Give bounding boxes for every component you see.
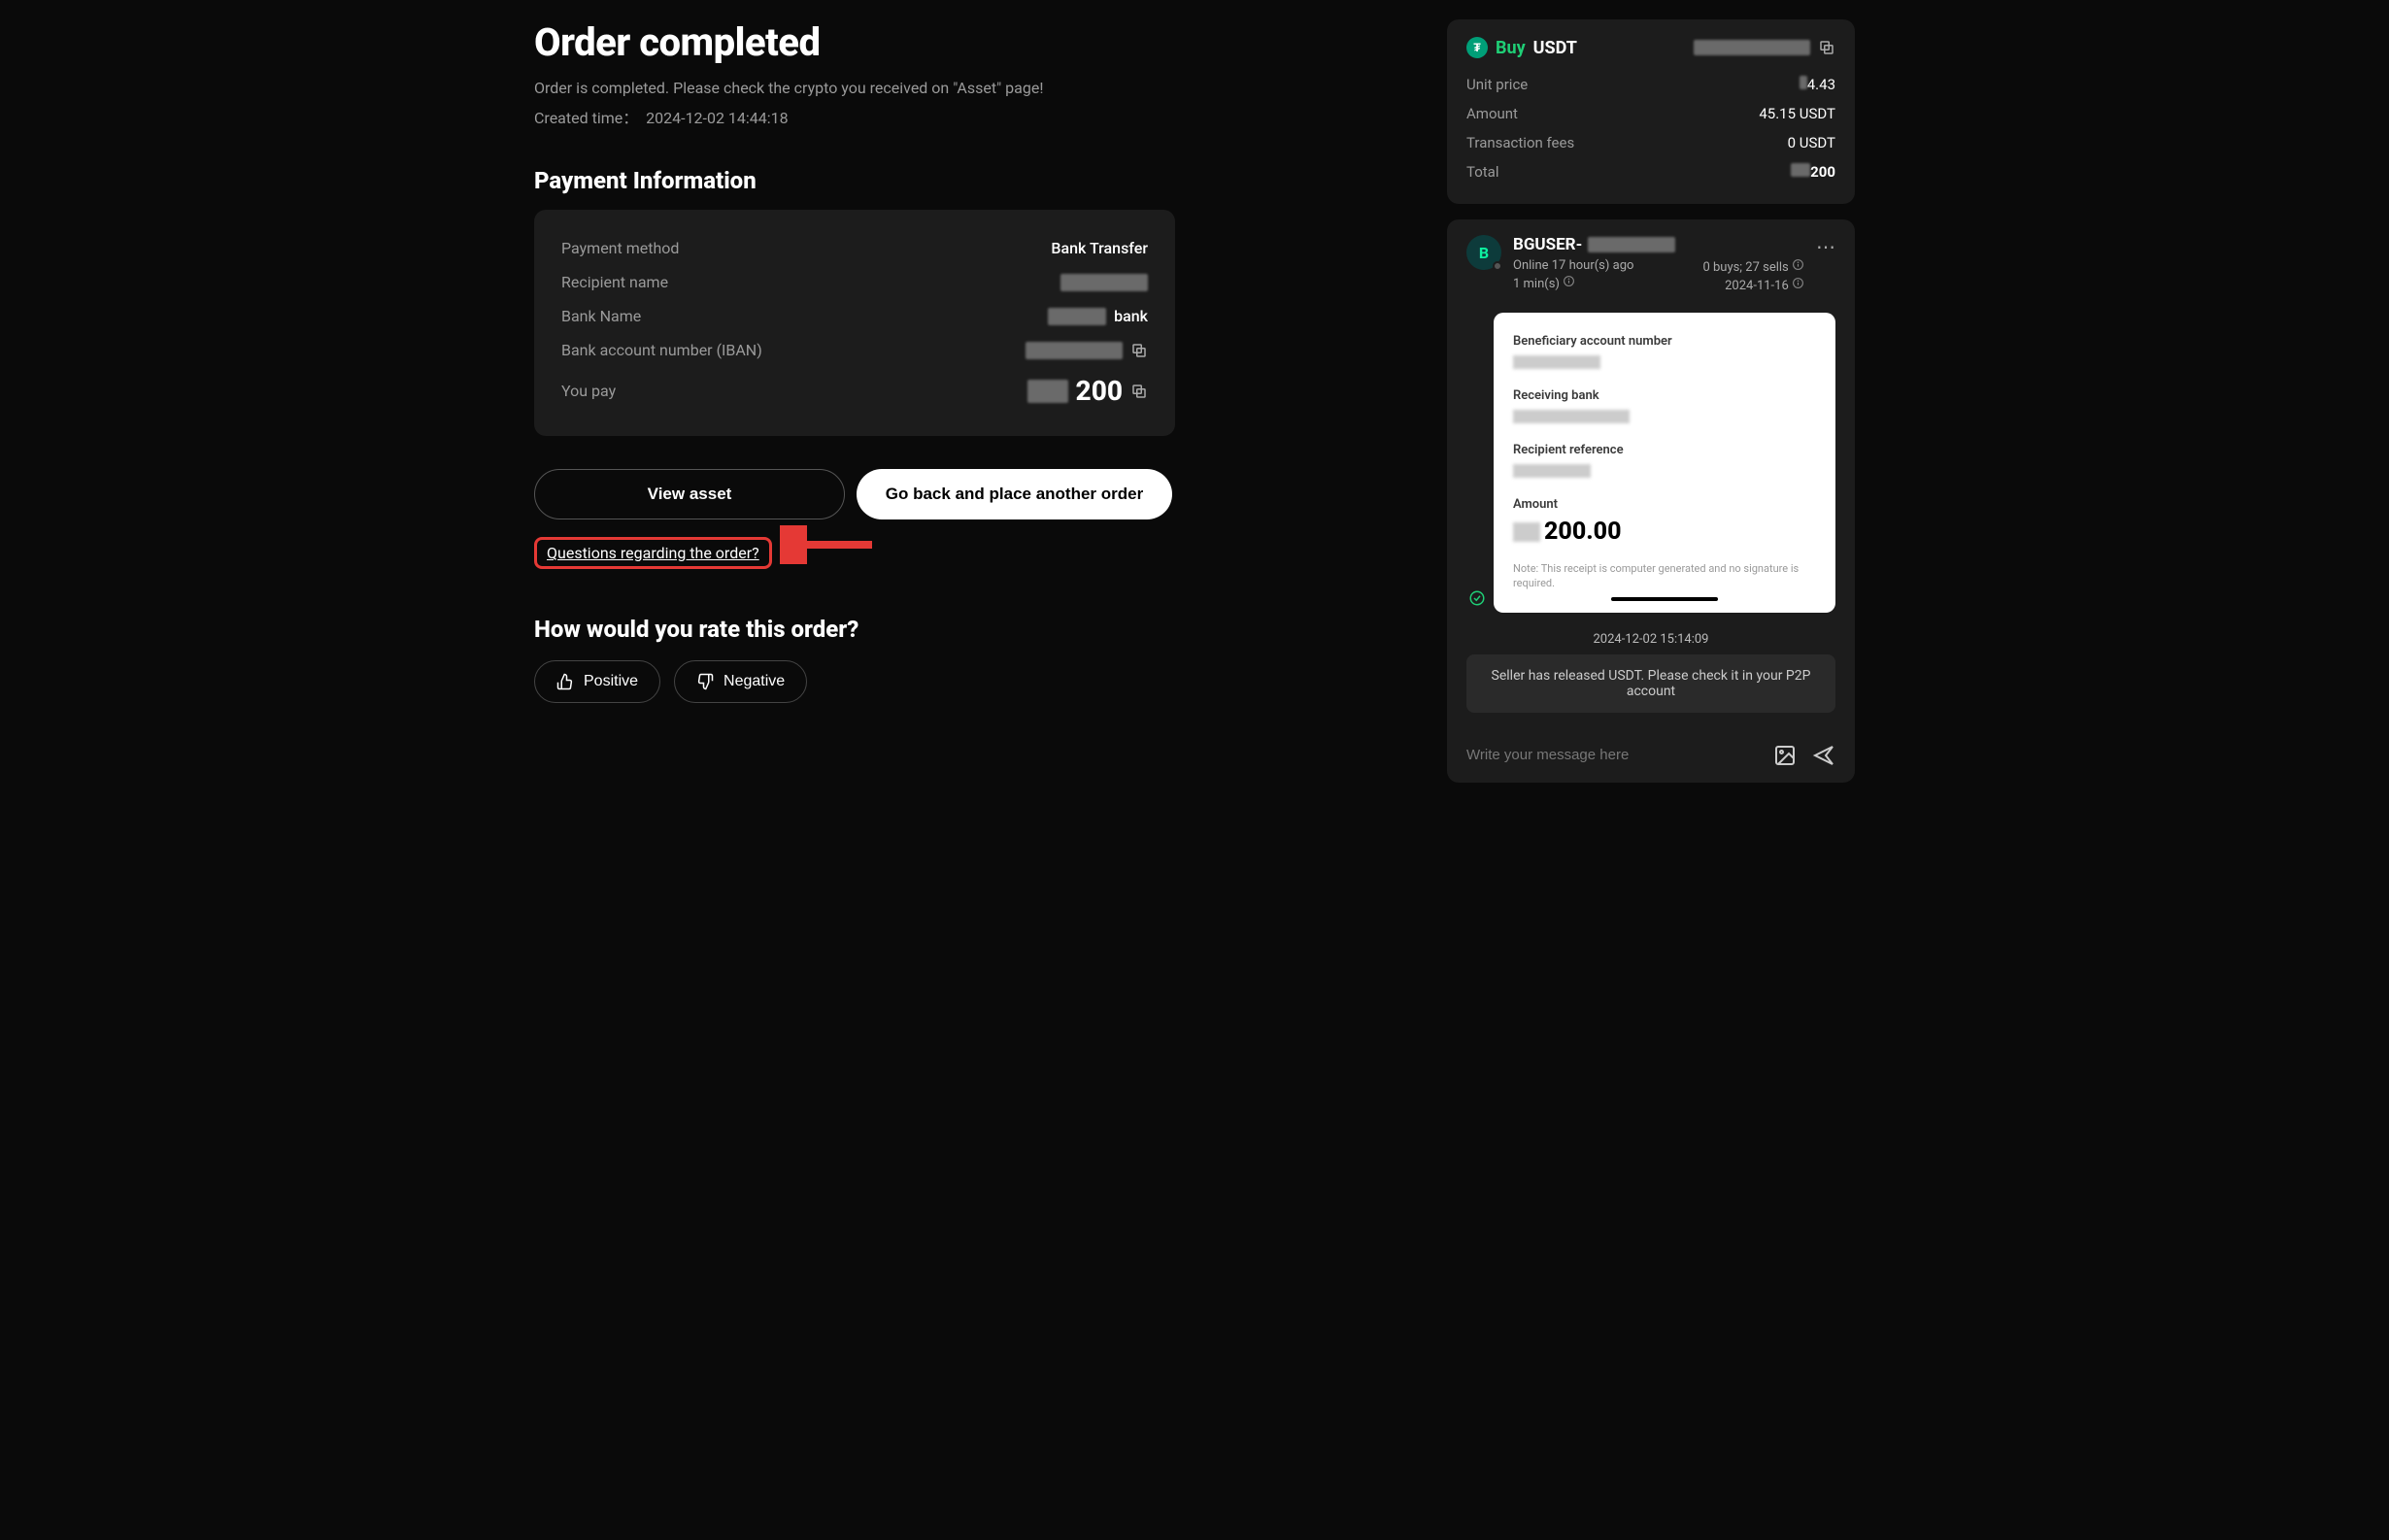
copy-icon[interactable] — [1818, 39, 1835, 56]
you-pay-row: You pay 200 — [561, 367, 1148, 415]
online-status: Online 17 hour(s) ago — [1513, 258, 1633, 273]
bank-suffix: bank — [1114, 307, 1148, 325]
iban-value — [1026, 342, 1148, 359]
annotation-arrow-icon — [780, 525, 877, 564]
created-time-label: Created time： — [534, 109, 638, 127]
positive-button[interactable]: Positive — [534, 660, 660, 703]
payment-method-row: Payment method Bank Transfer — [561, 231, 1148, 265]
recipient-row: Recipient name — [561, 265, 1148, 299]
info-icon[interactable] — [1563, 275, 1575, 287]
negative-label: Negative — [723, 673, 785, 690]
stats-row: 0 buys; 27 sells — [1702, 258, 1804, 275]
chat-input-row — [1466, 728, 1835, 767]
home-indicator-bar — [1611, 597, 1718, 601]
more-menu-icon[interactable]: ⋯ — [1816, 235, 1835, 258]
positive-label: Positive — [584, 673, 638, 690]
chat-username: BGUSER- — [1513, 235, 1804, 254]
send-button[interactable] — [1812, 744, 1835, 767]
amount-label: Amount — [1466, 105, 1518, 122]
bank-name-row: Bank Name bank — [561, 299, 1148, 333]
created-time-value: 2024-12-02 14:44:18 — [646, 109, 788, 127]
trade-side: Buy — [1496, 38, 1526, 58]
action-buttons: View asset Go back and place another ord… — [534, 469, 1428, 519]
bank-name-value: bank — [1048, 307, 1148, 325]
bank-name-label: Bank Name — [561, 307, 641, 325]
chat-date-row: 2024-11-16 — [1702, 277, 1804, 293]
you-pay-amount: 200 — [1076, 375, 1123, 407]
created-time: Created time： 2024-12-02 14:44:18 — [534, 105, 1428, 128]
iban-label: Bank account number (IBAN) — [561, 341, 762, 359]
go-back-button[interactable]: Go back and place another order — [857, 469, 1172, 519]
total-value: 200 — [1791, 163, 1835, 181]
thumbs-up-icon — [556, 673, 574, 690]
copy-icon[interactable] — [1130, 342, 1148, 359]
chat-timestamp: 2024-12-02 15:14:09 — [1466, 632, 1835, 647]
ref-label: Recipient reference — [1513, 443, 1816, 457]
avatar: B — [1466, 235, 1501, 270]
payment-method-value: Bank Transfer — [1051, 239, 1148, 257]
send-icon — [1812, 744, 1835, 767]
questions-link[interactable]: Questions regarding the order? — [547, 544, 759, 562]
rating-buttons: Positive Negative — [534, 660, 1428, 703]
tether-icon: ₮ — [1466, 37, 1488, 58]
payment-info-card: Payment method Bank Transfer Recipient n… — [534, 210, 1175, 436]
you-pay-label: You pay — [561, 382, 616, 400]
total-label: Total — [1466, 163, 1499, 181]
receipt-amount-value: 200.00 — [1544, 518, 1622, 546]
view-asset-button[interactable]: View asset — [534, 469, 845, 519]
receipt-note: Note: This receipt is computer generated… — [1513, 561, 1816, 591]
rating-heading: How would you rate this order? — [534, 616, 1428, 643]
thumbs-down-icon — [696, 673, 714, 690]
order-summary-card: ₮ Buy USDT Unit price 4.43 Amount 45.15 … — [1447, 19, 1855, 204]
unit-price-value: 4.43 — [1800, 76, 1835, 93]
you-pay-value: 200 — [1027, 375, 1148, 407]
amount-value: 45.15 USDT — [1759, 105, 1835, 122]
benef-label: Beneficiary account number — [1513, 334, 1816, 349]
unit-price-row: Unit price 4.43 — [1466, 70, 1835, 99]
unit-price-label: Unit price — [1466, 76, 1528, 93]
fees-label: Transaction fees — [1466, 134, 1574, 151]
info-icon[interactable] — [1792, 258, 1804, 271]
payment-method-label: Payment method — [561, 239, 679, 257]
duration-row: 1 min(s) — [1513, 275, 1633, 291]
negative-button[interactable]: Negative — [674, 660, 807, 703]
iban-row: Bank account number (IBAN) — [561, 333, 1148, 367]
recipient-value — [1060, 274, 1148, 291]
copy-icon[interactable] — [1130, 383, 1148, 400]
total-row: Total 200 — [1466, 157, 1835, 186]
info-icon[interactable] — [1792, 277, 1804, 289]
page-title: Order completed — [534, 19, 1428, 65]
page-subtitle: Order is completed. Please check the cry… — [534, 79, 1428, 97]
trade-asset: USDT — [1533, 38, 1577, 58]
receipt-amount-label: Amount — [1513, 497, 1816, 512]
recipient-label: Recipient name — [561, 273, 668, 291]
chat-panel: B BGUSER- Online 17 hour(s) ago 1 min(s)… — [1447, 219, 1855, 783]
amount-row: Amount 45.15 USDT — [1466, 99, 1835, 128]
check-circle-icon — [1468, 589, 1486, 607]
system-message: Seller has released USDT. Please check i… — [1466, 654, 1835, 713]
chat-input[interactable] — [1466, 747, 1758, 763]
fees-value: 0 USDT — [1788, 134, 1835, 151]
receipt-bubble: Beneficiary account number Receiving ban… — [1494, 313, 1835, 613]
bank-label: Receiving bank — [1513, 388, 1816, 403]
status-dot-icon — [1493, 261, 1502, 271]
fees-row: Transaction fees 0 USDT — [1466, 128, 1835, 157]
payment-heading: Payment Information — [534, 167, 1428, 194]
chat-header: B BGUSER- Online 17 hour(s) ago 1 min(s)… — [1466, 235, 1835, 293]
image-icon — [1773, 744, 1797, 767]
questions-highlight-box: Questions regarding the order? — [534, 537, 772, 569]
image-upload-button[interactable] — [1773, 744, 1797, 767]
